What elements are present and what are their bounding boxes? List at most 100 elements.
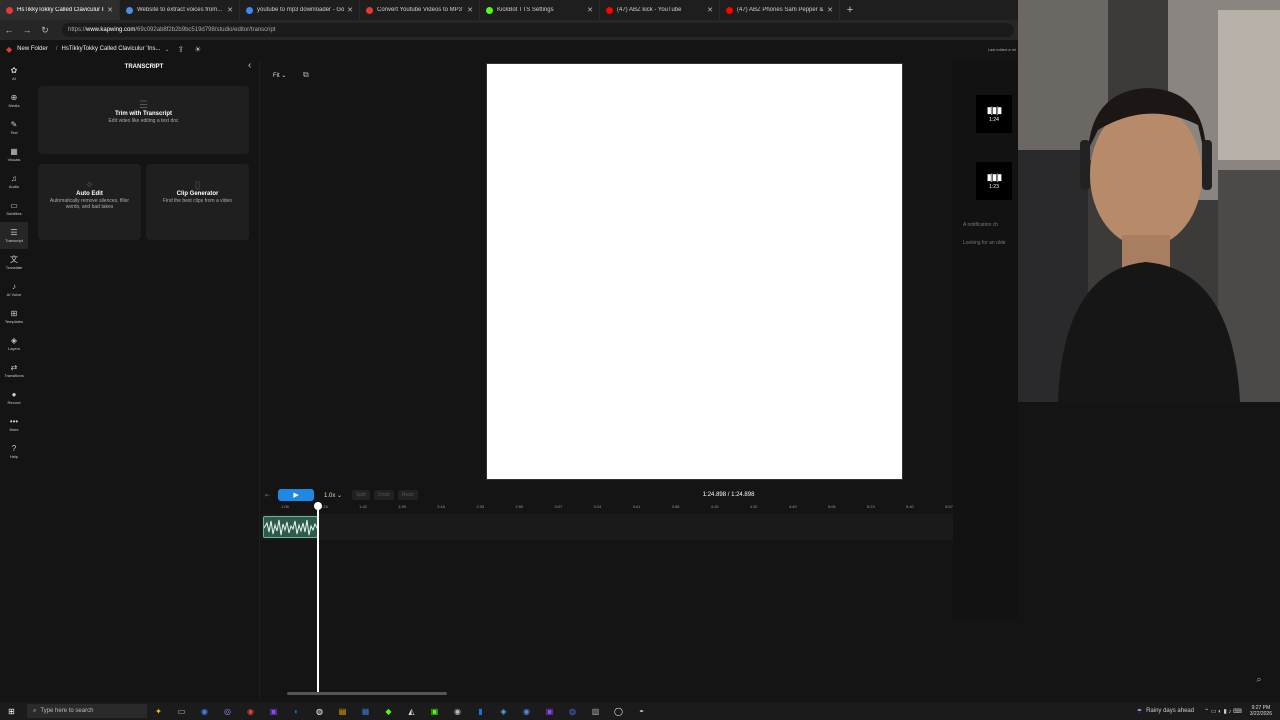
collapse-panel-icon[interactable]: ‹ [248,60,251,71]
rail-item-subtitles[interactable]: ▭ Subtitles [0,195,28,222]
forward-arrow-icon[interactable]: → [18,25,36,35]
rail-item-transcript[interactable]: ☰ Transcript [0,222,28,249]
browser-tab[interactable]: Convert Youtube Videos to MP3 fr ✕ [360,0,480,20]
app-icon[interactable]: ▦ [359,705,372,718]
discord-icon[interactable]: ◍ [566,705,579,718]
rail-item-ai-voice[interactable]: ♪ AI Voice [0,276,28,303]
layers-icon: ◈ [10,335,18,345]
rail-label: Visuals [7,156,21,162]
rail-item-transitions[interactable]: ⇄ Transitions [0,357,28,384]
app-icon[interactable]: ◍ [313,705,326,718]
rail-item-layers[interactable]: ◈ Layers [0,330,28,357]
app-icon[interactable]: ◈ [497,705,510,718]
chevron-down-icon[interactable]: ⌄ [164,46,169,53]
link-icon[interactable]: ⧉ [303,70,309,80]
media-thumbnail[interactable]: ▮|▮|▮ 1:23 [976,162,1012,200]
close-icon[interactable]: ✕ [227,6,233,14]
playback-speed-select[interactable]: 1.0x ⌄ [324,492,342,499]
ruler-tick: 2:50 [515,504,524,509]
rail-item-templates[interactable]: ⊞ Templates [0,303,28,330]
close-icon[interactable]: ✕ [347,6,353,14]
ruler-tick: 2:16 [437,504,446,509]
system-tray-icons[interactable]: ⌃ ▭ ◐ ▮ ♪ ⌨ [1204,708,1242,715]
clock-date: 3/22/2026 [1249,711,1272,717]
rail-item-translate[interactable]: 文 Translate [0,249,28,276]
folder-breadcrumb[interactable]: New Folder [17,46,48,52]
redo-button[interactable]: Redo [397,490,418,500]
zoom-fit-dropdown[interactable]: Fit ⌄ [273,72,286,79]
taskbar-clock[interactable]: 9:27 PM 3/22/2026 [1250,705,1272,717]
app-icon[interactable]: ◉ [244,705,257,718]
weather-icon[interactable]: ☂ [1137,708,1142,715]
app-icon[interactable]: ◆ [382,705,395,718]
playhead[interactable] [317,502,319,692]
browser-tab[interactable]: HsTikkyTokky Called Claviculur Ins... ✕ [0,0,120,20]
video-canvas[interactable] [486,63,903,480]
close-icon[interactable]: ✕ [707,6,713,14]
app-icon[interactable]: ◭ [405,705,418,718]
browser-tab[interactable]: (47) ABZ kick - YouTube ✕ [600,0,720,20]
close-icon[interactable]: ✕ [827,6,833,14]
edge-icon[interactable]: ◐ [290,705,303,718]
close-icon[interactable]: ✕ [107,6,113,14]
steam-icon[interactable]: ◓ [635,705,648,718]
chrome-icon[interactable]: ◉ [198,705,211,718]
browser-tab[interactable]: Website to extract voices from... ✕ [120,0,240,20]
undo-button[interactable]: Undo [373,490,394,500]
weather-spark-icon[interactable]: ✦ [152,705,165,718]
right-side-panel [953,60,1018,620]
app-icon[interactable]: ◉ [520,705,533,718]
url-input[interactable]: https://www.kapwing.com/69c092ab8f2b2b9b… [62,23,1014,37]
play-button[interactable]: ▶ [278,489,315,501]
auto-edit-card[interactable]: ✧ Auto Edit Automatically remove silence… [38,164,141,240]
rail-item-record[interactable]: ● Record [0,384,28,411]
task-view-icon[interactable]: ▭ [175,705,188,718]
share-icon[interactable]: ⇪ [178,45,185,54]
twitch-icon[interactable]: ▣ [267,705,280,718]
github-icon[interactable]: ◉ [451,705,464,718]
browser-tab[interactable]: youtube to mp3 downloader - Go ✕ [240,0,360,20]
rail-item-ai[interactable]: ✿ AI [0,60,28,87]
obs-icon[interactable]: ◯ [612,705,625,718]
timeline-scrollbar[interactable] [287,692,447,695]
card-title: Auto Edit [76,191,103,197]
rail-item-media[interactable]: ⊕ Media [0,87,28,114]
audio-clip[interactable] [263,516,318,538]
rail-item-text[interactable]: ✎ Text [0,114,28,141]
rail-item-more[interactable]: ••• More [0,411,28,438]
kapwing-logo-icon[interactable]: ◆ [6,45,12,54]
browser-tab[interactable]: (47) ABZ Phones Sam Pepper & Sa ✕ [720,0,840,20]
search-icon: ⌕ [33,707,37,714]
rail-item-audio[interactable]: ♫ Audio [0,168,28,195]
clip-generator-card[interactable]: ▯ Clip Generator Find the best clips fro… [146,164,249,240]
app-icon[interactable]: ▧ [589,705,602,718]
windows-start-icon[interactable]: ⊞ [5,705,18,718]
playhead-handle[interactable] [314,502,322,510]
tab-favicon-icon [726,6,733,14]
brightness-icon[interactable]: ☀ [194,45,201,54]
app-icon[interactable]: ▣ [543,705,556,718]
browser-tab[interactable]: KickBot TTS Settings ✕ [480,0,600,20]
project-title[interactable]: HsTikkyTokky Called Claviculur 'Ins... [62,46,161,52]
back-arrow-icon[interactable]: ← [0,25,18,35]
waveform-icon: ▮|▮|▮ [986,172,1003,182]
app-icon[interactable]: ▮ [474,705,487,718]
taskbar-search-input[interactable]: ⌕ Type here to search [27,704,147,718]
rail-item-visuals[interactable]: ▦ Visuals [0,141,28,168]
reload-icon[interactable]: ↻ [36,25,54,36]
media-thumbnail[interactable]: ▮|▮|▮ 1:24 [976,95,1012,133]
close-icon[interactable]: ✕ [587,6,593,14]
tab-title: HsTikkyTokky Called Claviculur Ins... [17,7,104,13]
media-duration: 1:24 [989,117,999,123]
drag-handle-icon[interactable]: ⇤ [265,492,270,499]
weather-text[interactable]: Rainy days ahead [1146,708,1194,714]
close-icon[interactable]: ✕ [467,6,473,14]
trim-with-transcript-card[interactable]: ☰ Trim with Transcript Edit video like e… [38,86,249,154]
kick-icon[interactable]: ▣ [428,705,441,718]
new-tab-button[interactable]: + [840,0,860,20]
rail-item-help[interactable]: ? Help [0,438,28,465]
search-icon[interactable]: ⌕ [1251,674,1267,688]
folder-icon[interactable]: ▤ [336,705,349,718]
app-icon[interactable]: ◎ [221,705,234,718]
split-button[interactable]: Split [352,490,370,500]
